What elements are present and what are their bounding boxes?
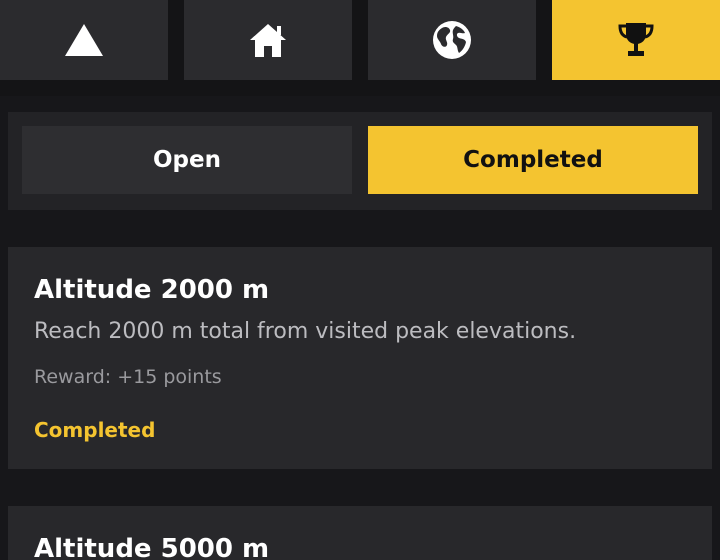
globe-icon xyxy=(433,21,471,59)
achievement-description: Reach 2000 m total from visited peak ele… xyxy=(34,319,577,344)
nav-tab-globe[interactable] xyxy=(368,0,536,80)
filter-open-button[interactable]: Open xyxy=(22,126,352,194)
achievement-title: Altitude 5000 m xyxy=(34,534,270,560)
triangle-peak-icon xyxy=(65,24,103,56)
filter-completed-label: Completed xyxy=(463,147,603,173)
top-nav-bar xyxy=(0,0,720,96)
nav-tab-peaks[interactable] xyxy=(0,0,168,80)
nav-tab-trophy[interactable] xyxy=(552,0,720,80)
achievement-filter: Open Completed xyxy=(8,112,712,210)
achievement-status-badge: Completed xyxy=(34,418,156,442)
trophy-icon xyxy=(618,23,654,56)
home-icon xyxy=(250,24,286,57)
achievement-card[interactable]: Altitude 2000 m Reach 2000 m total from … xyxy=(8,247,712,469)
achievement-reward: Reward: +15 points xyxy=(34,366,222,388)
app-root: Open Completed Altitude 2000 m Reach 200… xyxy=(0,0,720,560)
filter-open-label: Open xyxy=(153,147,221,173)
achievement-title: Altitude 2000 m xyxy=(34,275,270,305)
achievement-card[interactable]: Altitude 5000 m xyxy=(8,506,712,560)
nav-tab-home[interactable] xyxy=(184,0,352,80)
filter-completed-button[interactable]: Completed xyxy=(368,126,698,194)
